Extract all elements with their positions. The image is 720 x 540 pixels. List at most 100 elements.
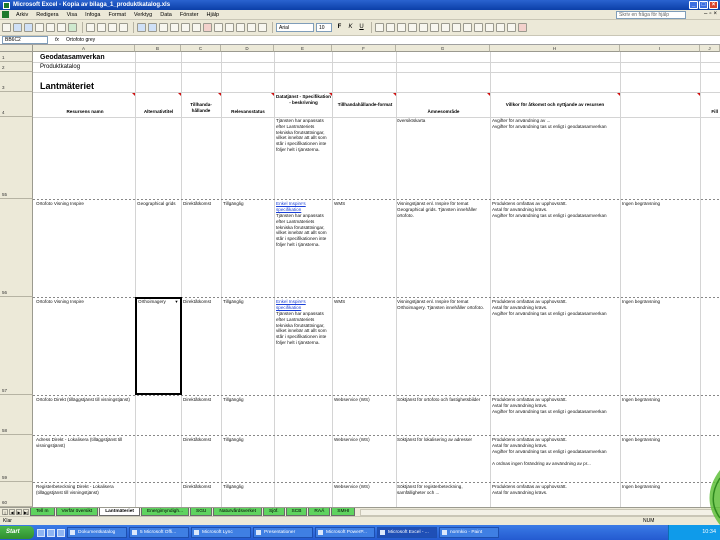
- cell-fill[interactable]: Ingen begränsning: [622, 201, 698, 207]
- cell-tillhandahallande[interactable]: Direktåtkomst: [183, 397, 220, 403]
- workbook-icon[interactable]: [2, 11, 9, 18]
- formula-input[interactable]: Ortofoto grey: [66, 37, 95, 43]
- cell-villkor-line[interactable]: Produktens omfattas av upphovsrätt.: [492, 299, 618, 305]
- comment-indicator[interactable]: [218, 93, 221, 96]
- cell-villkor-line[interactable]: Avtal för användning krävs.: [492, 305, 618, 311]
- thousands-icon[interactable]: [441, 23, 450, 32]
- tab-verfar-oversikt[interactable]: Verfär översikt: [55, 508, 99, 516]
- taskbar-item-office[interactable]: 5 Microsoft Offi...: [129, 527, 189, 538]
- undo-icon[interactable]: [137, 23, 146, 32]
- horizontal-scrollbar[interactable]: [360, 508, 718, 516]
- cell-relevans[interactable]: Tillgänglig: [223, 397, 273, 403]
- column-header-a[interactable]: A: [33, 45, 135, 52]
- taskbar-item-lync[interactable]: Microsoft Lync: [191, 527, 251, 538]
- tab-sjof[interactable]: Sjöf.: [262, 508, 285, 516]
- cell-amne[interactable]: Söktjänst för lokalisering av adresser: [397, 437, 489, 443]
- cell-format[interactable]: Webservice (WS): [334, 484, 394, 490]
- cell-amne[interactable]: Visningstjänst enl. Inspire för temat Ge…: [397, 201, 489, 218]
- cell-villkor-line[interactable]: Avgifter för användning av ...: [492, 118, 618, 124]
- increase-indent-icon[interactable]: [485, 23, 494, 32]
- bold-icon[interactable]: F: [335, 23, 344, 32]
- minimize-icon[interactable]: _: [689, 1, 698, 9]
- column-header-f[interactable]: F: [332, 45, 396, 52]
- menu-hjalp[interactable]: Hjälp: [203, 12, 224, 18]
- font-size-select[interactable]: 10: [316, 23, 332, 32]
- row-header-2[interactable]: 2: [0, 62, 33, 72]
- maximize-icon[interactable]: □: [699, 1, 708, 9]
- close-icon[interactable]: ×: [709, 1, 718, 9]
- paste-icon[interactable]: [108, 23, 117, 32]
- borders-icon[interactable]: [496, 23, 505, 32]
- underline-icon[interactable]: U: [357, 23, 366, 32]
- cell-villkor-line[interactable]: Avtal för användning krävs.: [492, 443, 618, 449]
- next-sheet-icon[interactable]: ▶: [16, 509, 22, 515]
- print-preview-icon[interactable]: [57, 23, 66, 32]
- menu-infoga[interactable]: Infoga: [81, 12, 104, 18]
- row-header-4[interactable]: 4: [0, 92, 33, 117]
- sort-ascending-icon[interactable]: [181, 23, 190, 32]
- cell-villkor-line[interactable]: Avgifter för användning tas ut enligt i …: [492, 409, 618, 415]
- start-button[interactable]: Start: [0, 526, 34, 539]
- quicklaunch-mail-icon[interactable]: [57, 528, 65, 537]
- row-header-56[interactable]: 56: [0, 199, 33, 297]
- cell-villkor-line[interactable]: Avtal för användning krävs.: [492, 403, 618, 409]
- column-header-i[interactable]: I: [620, 45, 700, 52]
- cell-villkor-line[interactable]: A ordnas ingen förändring av användning …: [492, 461, 618, 467]
- cell-villkor-line[interactable]: Produktens omfattas av upphovsrätt.: [492, 397, 618, 403]
- help-icon[interactable]: [236, 23, 245, 32]
- cell-villkor-line[interactable]: Avgifter för användning tas ut enligt i …: [492, 124, 618, 130]
- fill-color-icon[interactable]: [507, 23, 516, 32]
- help-search-input[interactable]: Skriv en fråga för hjälp: [616, 11, 686, 19]
- cell-resursnamn[interactable]: Adress Direkt - Lokalisera (tilläggstjän…: [36, 437, 134, 449]
- prev-sheet-icon[interactable]: ◀: [9, 509, 15, 515]
- menu-visa[interactable]: Visa: [63, 12, 82, 18]
- row-header-3[interactable]: 3: [0, 72, 33, 92]
- permission-icon[interactable]: [35, 23, 44, 32]
- select-all-corner[interactable]: [0, 45, 33, 52]
- tab-lantmateriet[interactable]: Lantmäteriet: [99, 508, 140, 516]
- spelling-icon[interactable]: [68, 23, 77, 32]
- font-color-icon[interactable]: [518, 23, 527, 32]
- specification-link[interactable]: Enkel Inspire's specifikation: [276, 299, 331, 311]
- selected-cell[interactable]: [135, 297, 182, 395]
- cell-relevans[interactable]: Tillgänglig: [223, 437, 273, 443]
- column-header-e[interactable]: E: [274, 45, 332, 52]
- workbook-close-icon[interactable]: ×: [713, 11, 717, 17]
- taskbar-item-dokumentkatalog[interactable]: Dokumentkatalog: [67, 527, 127, 538]
- cell-tillhandahallande[interactable]: Direktåtkomst: [183, 437, 220, 443]
- clock[interactable]: 10:34: [702, 529, 716, 535]
- column-header-h[interactable]: H: [490, 45, 620, 52]
- align-left-icon[interactable]: [375, 23, 384, 32]
- taskbar-item-powerpoint[interactable]: Microsoft PowerP...: [315, 527, 375, 538]
- column-header-c[interactable]: C: [181, 45, 221, 52]
- open-folder-icon[interactable]: [13, 23, 22, 32]
- column-header-d[interactable]: D: [221, 45, 274, 52]
- cell-relevans[interactable]: Tillgänglig: [223, 299, 273, 305]
- cell-villkor-line[interactable]: Avgifter för användning tas ut enligt i …: [492, 213, 618, 219]
- research-icon[interactable]: [247, 23, 256, 32]
- comment-indicator[interactable]: [697, 93, 700, 96]
- chevron-down-icon[interactable]: ▼: [174, 299, 179, 304]
- cell-resursnamn[interactable]: Ortofoto Visning Inspire: [36, 201, 134, 207]
- cell-villkor-line[interactable]: Produktens omfattas av upphovsrätt.: [492, 201, 618, 207]
- merge-center-icon[interactable]: [408, 23, 417, 32]
- cell-villkor-line[interactable]: Avgifter för användning tas ut enligt i …: [492, 449, 618, 455]
- comment-indicator[interactable]: [178, 93, 181, 96]
- comment-indicator[interactable]: [329, 93, 332, 96]
- cell-alternativtitel[interactable]: Orthoimagery: [138, 299, 174, 305]
- row-header-58[interactable]: 58: [0, 395, 33, 435]
- zoom-icon[interactable]: [225, 23, 234, 32]
- decrease-indent-icon[interactable]: [474, 23, 483, 32]
- workbook-restore-icon[interactable]: ▫: [709, 11, 711, 17]
- cell-relevans[interactable]: Tillgänglig: [223, 201, 273, 207]
- menu-fonster[interactable]: Fönster: [176, 12, 203, 18]
- column-header-g[interactable]: G: [396, 45, 490, 52]
- tab-raa[interactable]: RAÄ: [308, 508, 331, 516]
- row-header-55[interactable]: 55: [0, 117, 33, 199]
- taskbar-item-excel[interactable]: Microsoft Excel - ...: [377, 527, 437, 538]
- tab-naturvardsverket[interactable]: Naturvårdsverket: [213, 508, 262, 516]
- cell-tillhandahallande[interactable]: Direktåtkomst: [183, 201, 220, 207]
- last-sheet-icon[interactable]: ▶|: [23, 509, 29, 515]
- cell-format[interactable]: Webservice (WS): [334, 397, 394, 403]
- column-header-b[interactable]: B: [135, 45, 181, 52]
